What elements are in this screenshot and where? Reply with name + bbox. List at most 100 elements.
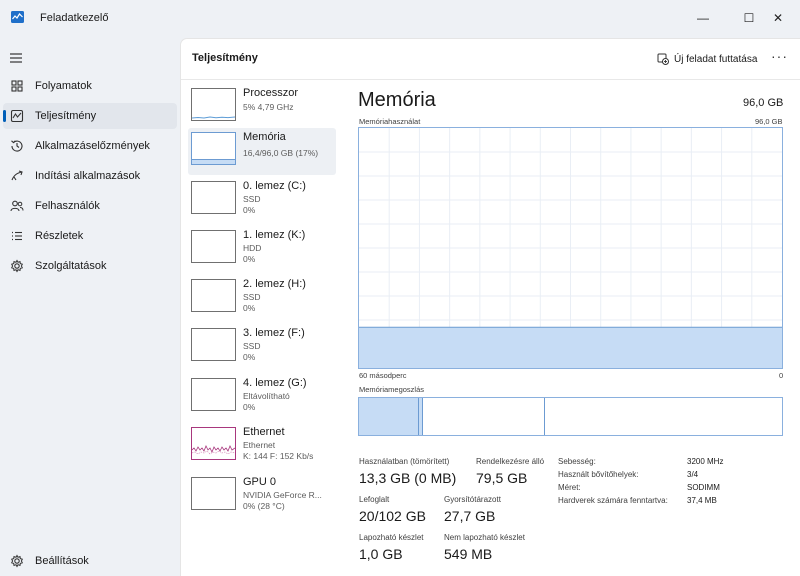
composition-in-use bbox=[359, 398, 418, 435]
close-icon: ✕ bbox=[772, 11, 784, 25]
device-item-disk-2[interactable]: 2. lemez (H:) SSD 0% bbox=[188, 275, 336, 322]
device-item-gpu[interactable]: GPU 0 NVIDIA GeForce R... 0% (28 °C) bbox=[188, 473, 336, 520]
title-search-area[interactable] bbox=[262, 5, 658, 29]
spec-value: 3/4 bbox=[687, 470, 699, 479]
detail-title: Memória bbox=[358, 89, 436, 111]
sidebar-item-label: Felhasználók bbox=[35, 200, 100, 212]
device-usage: 0% bbox=[243, 254, 256, 264]
device-name: 2. lemez (H:) bbox=[243, 278, 306, 290]
minimize-button[interactable]: — bbox=[680, 0, 726, 36]
users-icon bbox=[10, 200, 24, 212]
header-divider bbox=[181, 79, 800, 80]
device-usage: K: 144 F: 152 Kb/s bbox=[243, 451, 314, 461]
device-type: SSD bbox=[243, 292, 261, 302]
sidebar-item-processes[interactable]: Folyamatok bbox=[3, 73, 177, 99]
time-axis-left: 60 másodperc bbox=[359, 371, 407, 380]
spec-value: SODIMM bbox=[687, 483, 720, 492]
performance-icon bbox=[10, 109, 24, 123]
spec-label: Hardverek számára fenntartva: bbox=[558, 496, 668, 505]
device-item-disk-1[interactable]: 1. lemez (K:) HDD 0% bbox=[188, 226, 336, 273]
device-detail: 16,4/96,0 GB (17%) bbox=[243, 148, 319, 158]
in-use-value: 13,3 GB (0 MB) bbox=[359, 470, 457, 486]
device-item-cpu[interactable]: Processzor 5% 4,79 GHz bbox=[188, 84, 336, 131]
usage-area bbox=[359, 327, 782, 368]
device-item-ethernet[interactable]: Ethernet Ethernet K: 144 F: 152 Kb/s bbox=[188, 423, 336, 470]
paged-pool-value: 1,0 GB bbox=[359, 546, 403, 562]
device-name: Processzor bbox=[243, 87, 299, 99]
sidebar-item-users[interactable]: Felhasználók bbox=[3, 193, 177, 219]
sidebar-item-app-history[interactable]: Alkalmazáselőzmények bbox=[3, 133, 177, 159]
sidebar: Folyamatok Teljesítmény Alkalmazáselőzmé… bbox=[0, 36, 180, 576]
maximize-icon: ☐ bbox=[743, 11, 755, 25]
disk-thumbnail bbox=[191, 181, 236, 214]
device-type: Ethernet bbox=[243, 440, 276, 450]
history-icon bbox=[11, 140, 23, 152]
gpu-thumbnail bbox=[191, 477, 236, 510]
device-item-disk-4[interactable]: 4. lemez (G:) Eltávolítható 0% bbox=[188, 374, 336, 421]
time-axis-right: 0 bbox=[779, 371, 784, 380]
committed-value: 20/102 GB bbox=[359, 508, 426, 524]
run-task-label: Új feladat futtatása bbox=[674, 53, 758, 65]
available-value: 79,5 GB bbox=[476, 470, 528, 486]
committed-label: Lefoglalt bbox=[359, 495, 390, 504]
page-title: Teljesítmény bbox=[192, 52, 258, 64]
cached-label: Gyorsítótárazott bbox=[444, 495, 501, 504]
device-type: Eltávolítható bbox=[243, 391, 290, 401]
memory-usage-graph bbox=[358, 127, 783, 369]
nonpaged-pool-label: Nem lapozható készlet bbox=[444, 533, 525, 542]
sidebar-item-label: Teljesítmény bbox=[35, 110, 97, 122]
composition-label: Memóriamegoszlás bbox=[359, 385, 425, 394]
spec-value: 37,4 MB bbox=[687, 496, 717, 505]
more-options-button[interactable]: ··· bbox=[771, 48, 788, 64]
sidebar-item-performance[interactable]: Teljesítmény bbox=[3, 103, 177, 129]
sidebar-item-label: Folyamatok bbox=[35, 80, 92, 92]
usage-graph-label: Memóriahasználat bbox=[359, 117, 421, 126]
disk-thumbnail bbox=[191, 378, 236, 411]
device-name: 0. lemez (C:) bbox=[243, 180, 306, 192]
device-usage: 0% bbox=[243, 352, 256, 362]
title-bar: Feladatkezelő — ☐ ✕ bbox=[0, 0, 800, 36]
task-manager-icon bbox=[11, 11, 24, 23]
cpu-thumbnail bbox=[191, 88, 236, 121]
disk-thumbnail bbox=[191, 279, 236, 312]
device-usage: 0% bbox=[243, 402, 256, 412]
paged-pool-label: Lapozható készlet bbox=[359, 533, 424, 542]
sidebar-item-label: Részletek bbox=[35, 230, 84, 242]
device-name: 1. lemez (K:) bbox=[243, 229, 306, 241]
composition-free bbox=[544, 398, 782, 435]
sidebar-item-label: Szolgáltatások bbox=[35, 260, 107, 272]
device-item-disk-3[interactable]: 3. lemez (F:) SSD 0% bbox=[188, 324, 336, 371]
run-task-icon bbox=[657, 53, 669, 65]
usage-graph-max: 96,0 GB bbox=[755, 117, 783, 126]
gear-icon bbox=[10, 554, 24, 568]
device-name: Ethernet bbox=[243, 426, 285, 438]
device-type: HDD bbox=[243, 243, 262, 253]
device-type: NVIDIA GeForce R... bbox=[243, 490, 322, 500]
device-item-disk-0[interactable]: 0. lemez (C:) SSD 0% bbox=[188, 177, 336, 224]
device-item-memory[interactable]: Memória 16,4/96,0 GB (17%) bbox=[188, 128, 336, 175]
device-type: SSD bbox=[243, 194, 261, 204]
services-icon bbox=[10, 259, 24, 273]
settings-label: Beállítások bbox=[35, 555, 89, 567]
processes-icon bbox=[11, 80, 23, 92]
sidebar-item-startup-apps[interactable]: Indítási alkalmazások bbox=[3, 163, 177, 189]
device-type: SSD bbox=[243, 341, 261, 351]
sidebar-item-services[interactable]: Szolgáltatások bbox=[3, 253, 177, 279]
disk-thumbnail bbox=[191, 230, 236, 263]
device-detail: 5% 4,79 GHz bbox=[243, 102, 294, 112]
device-name: Memória bbox=[243, 131, 286, 143]
run-new-task-button[interactable]: Új feladat futtatása bbox=[657, 49, 757, 69]
details-icon bbox=[12, 231, 22, 241]
cached-value: 27,7 GB bbox=[444, 508, 496, 524]
sidebar-item-label: Indítási alkalmazások bbox=[35, 170, 141, 182]
memory-composition-bar bbox=[358, 397, 783, 436]
settings-button[interactable]: Beállítások bbox=[3, 548, 177, 574]
sidebar-item-label: Alkalmazáselőzmények bbox=[35, 140, 150, 152]
close-button[interactable]: ✕ bbox=[755, 0, 800, 36]
device-usage: 0% bbox=[243, 205, 256, 215]
active-indicator bbox=[3, 110, 6, 122]
hamburger-menu-icon[interactable] bbox=[8, 50, 26, 68]
device-name: GPU 0 bbox=[243, 476, 277, 488]
sidebar-item-details[interactable]: Részletek bbox=[3, 223, 177, 249]
composition-standby bbox=[422, 398, 545, 435]
